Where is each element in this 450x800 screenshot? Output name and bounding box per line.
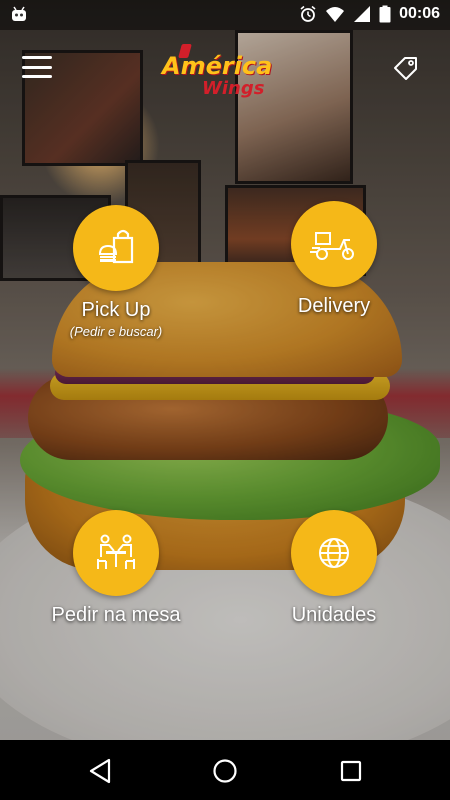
battery-icon — [379, 5, 391, 23]
hamburger-menu-icon[interactable] — [22, 56, 52, 78]
logo-text-wings: Wings — [202, 78, 265, 99]
pickup-circle[interactable] — [73, 205, 159, 291]
america-wings-logo: América Wings — [150, 44, 300, 102]
mesa-circle[interactable] — [73, 510, 159, 596]
status-bar: 00:06 — [0, 0, 450, 30]
delivery-button[interactable]: Delivery — [266, 201, 402, 318]
wifi-icon — [326, 7, 345, 22]
home-icon[interactable] — [210, 756, 240, 786]
burger-background-photo — [0, 0, 450, 740]
mesa-label: Pedir na mesa — [51, 604, 181, 626]
logo-text-america: América — [162, 52, 273, 80]
signal-icon — [354, 6, 371, 22]
globe-icon — [319, 538, 349, 568]
android-icon — [12, 6, 26, 21]
alarm-icon — [300, 5, 316, 22]
android-nav-bar — [0, 740, 450, 800]
delivery-circle[interactable] — [291, 201, 377, 287]
bag-burger-icon — [98, 229, 134, 264]
pickup-sublabel: (Pedir e buscar) — [69, 324, 163, 339]
pickup-label: Pick Up — [81, 299, 151, 321]
unidades-button[interactable]: Unidades — [266, 510, 402, 627]
scooter-icon — [310, 232, 354, 260]
pickup-button[interactable]: Pick Up (Pedir e buscar) — [48, 205, 184, 339]
recents-icon[interactable] — [336, 756, 366, 786]
pedir-na-mesa-button[interactable]: Pedir na mesa — [35, 510, 197, 627]
screen: 00:06 América Wings Pick Up (Pedir e bus… — [0, 0, 450, 800]
unidades-circle[interactable] — [291, 510, 377, 596]
table-people-icon — [97, 534, 135, 569]
unidades-label: Unidades — [291, 604, 377, 626]
back-icon[interactable] — [86, 756, 116, 786]
status-time: 00:06 — [399, 5, 440, 22]
delivery-label: Delivery — [297, 295, 371, 317]
tag-icon[interactable] — [390, 54, 420, 84]
